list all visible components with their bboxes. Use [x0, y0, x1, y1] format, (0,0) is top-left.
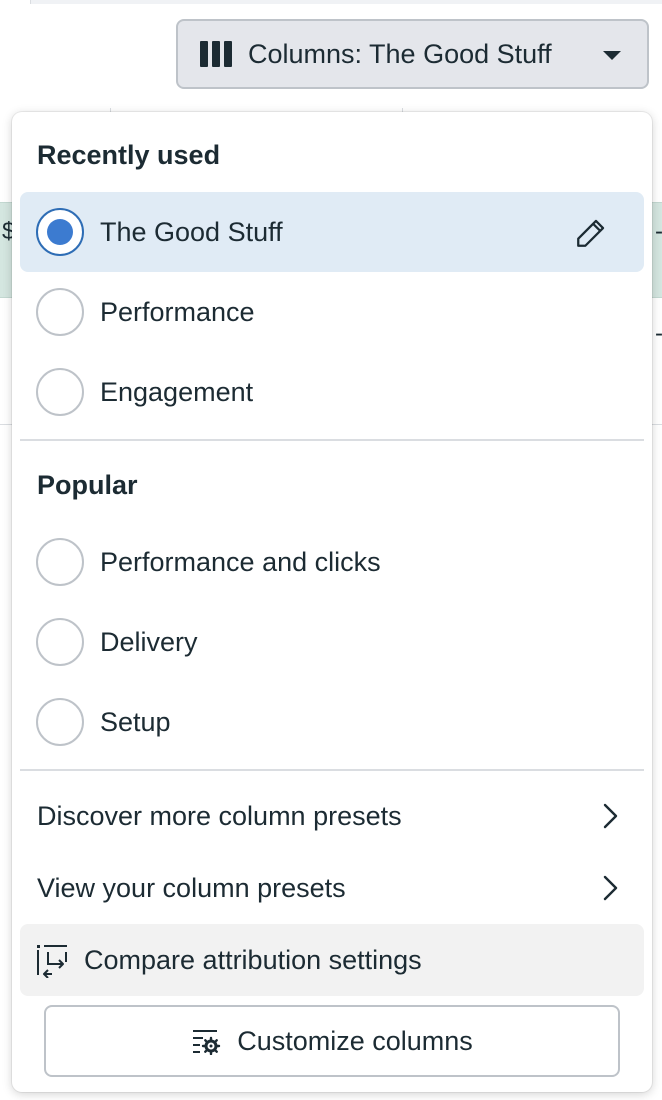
- customize-columns-button[interactable]: Customize columns: [44, 1005, 620, 1077]
- compare-attribution-settings-item[interactable]: Compare attribution settings: [20, 924, 644, 996]
- top-strip: [30, 0, 662, 4]
- nav-label: View your column presets: [37, 872, 346, 903]
- section-divider: [20, 439, 644, 441]
- radio-unchecked[interactable]: [36, 698, 84, 746]
- radio-unchecked[interactable]: [36, 538, 84, 586]
- option-label: Delivery: [100, 626, 198, 657]
- compare-attribution-icon: [37, 945, 67, 978]
- option-label: Setup: [100, 706, 171, 737]
- columns-dropdown-menu: Recently used The Good Stuff Performance…: [12, 112, 652, 1092]
- view-column-presets-link[interactable]: View your column presets: [20, 854, 644, 922]
- pencil-icon[interactable]: [574, 216, 608, 250]
- radio-unchecked[interactable]: [36, 368, 84, 416]
- preset-option-the-good-stuff[interactable]: The Good Stuff: [20, 192, 644, 272]
- section-divider: [20, 769, 644, 771]
- columns-button-label: Columns: The Good Stuff: [248, 38, 552, 69]
- columns-preset-button[interactable]: Columns: The Good Stuff: [176, 19, 649, 89]
- customize-columns-label: Customize columns: [237, 1025, 473, 1056]
- nav-label: Discover more column presets: [37, 800, 402, 831]
- radio-checked[interactable]: [36, 208, 84, 256]
- section-heading-popular: Popular: [37, 470, 138, 500]
- discover-column-presets-link[interactable]: Discover more column presets: [20, 782, 644, 850]
- chevron-right-icon: [603, 803, 618, 829]
- caret-down-icon: [603, 51, 621, 60]
- preset-option-performance-and-clicks[interactable]: Performance and clicks: [20, 522, 644, 602]
- radio-unchecked[interactable]: [36, 288, 84, 336]
- preset-option-delivery[interactable]: Delivery: [20, 602, 644, 682]
- nav-label: Compare attribution settings: [84, 944, 422, 975]
- table-cell-edge-text: -: [655, 320, 662, 348]
- preset-option-engagement[interactable]: Engagement: [20, 352, 644, 432]
- preset-option-setup[interactable]: Setup: [20, 682, 644, 762]
- option-label: The Good Stuff: [100, 216, 283, 247]
- customize-columns-icon: [193, 1030, 221, 1055]
- chevron-right-icon: [603, 875, 618, 901]
- option-label: Engagement: [100, 376, 254, 407]
- radio-unchecked[interactable]: [36, 618, 84, 666]
- section-heading-recently-used: Recently used: [37, 140, 221, 170]
- option-label: Performance and clicks: [100, 546, 381, 577]
- columns-icon: [200, 41, 232, 67]
- option-label: Performance: [100, 296, 255, 327]
- preset-option-performance[interactable]: Performance: [20, 272, 644, 352]
- table-cell-edge-text: -: [655, 218, 662, 246]
